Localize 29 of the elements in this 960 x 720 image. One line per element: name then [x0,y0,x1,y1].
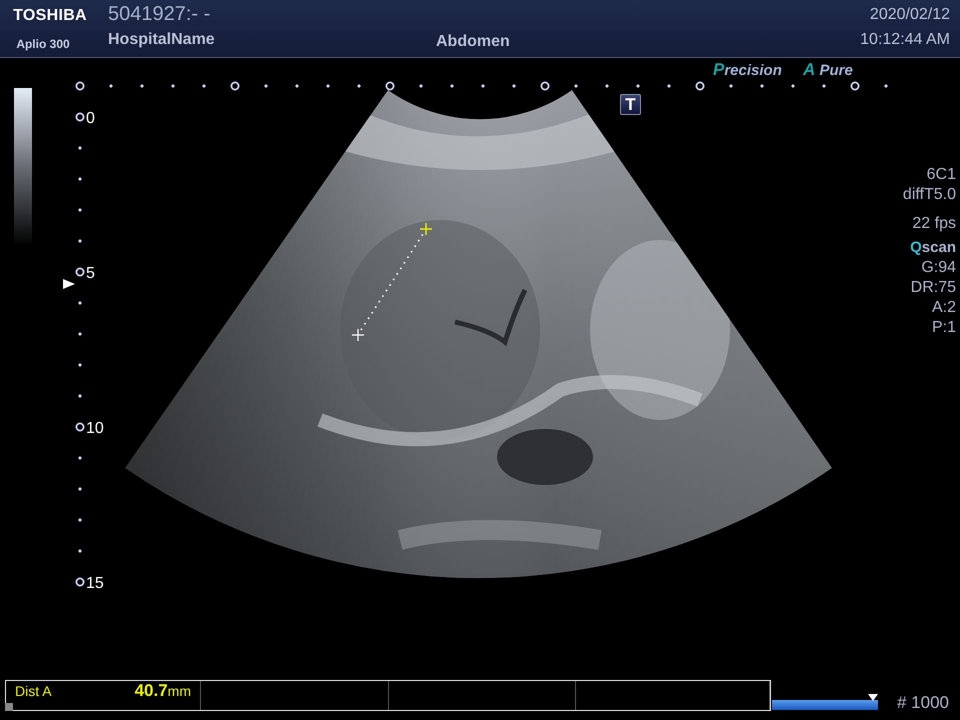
scan-mode-label: Qscan [910,238,956,258]
depth-label: 15 [86,575,104,592]
frame-counter: # 1000 [897,693,949,713]
text-marker-button[interactable]: T [620,94,641,115]
exam-name: Abdomen [436,33,511,51]
parameter-text: DR:75 [910,278,956,298]
focus-marker-icon [63,279,75,289]
measurement-label: Dist A [15,683,52,699]
image-mode-label: Precision [713,60,782,80]
parameter-text: 6C1 [926,165,956,185]
measurement-value: 40.7mm [134,681,191,701]
hospital-name: HospitalName [108,31,216,49]
model-name: Aplio 300 [16,37,70,51]
exam-time: 10:12:44 AM [860,31,950,49]
parameter-text: A:2 [932,298,956,318]
corner-marker-icon [5,703,13,711]
playhead-icon[interactable] [868,694,878,701]
parameter-text: diffT5.0 [902,185,956,205]
parameter-text: P:1 [932,318,956,338]
parameter-text: G:94 [921,258,956,278]
depth-label: 10 [86,420,104,437]
depth-label: 0 [86,110,95,127]
brand-logo: TOSHIBA [13,7,87,25]
caliper-cross-icon[interactable] [419,222,433,236]
depth-label: 5 [86,265,95,282]
parameter-text: 22 fps [912,214,956,234]
patient-id: 5041927:- - [108,3,212,26]
exam-date: 2020/02/12 [870,6,950,24]
image-mode-label: A Pure [803,60,853,80]
